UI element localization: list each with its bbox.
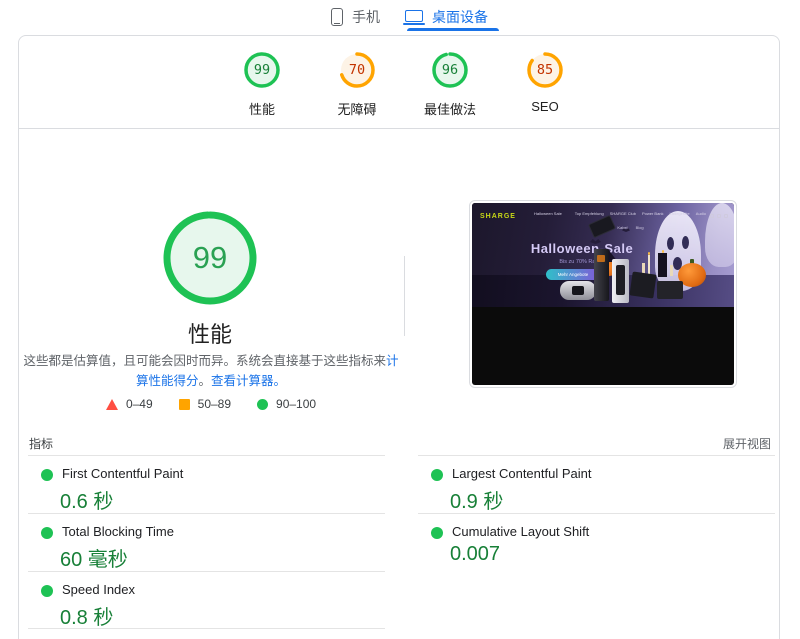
category-gauge-seo[interactable]: 85 SEO	[500, 50, 590, 114]
score-legend: 0–49 50–89 90–100	[23, 397, 399, 411]
category-gauge-accessibility[interactable]: 70 无障碍	[312, 50, 402, 118]
metric-row-tbt: Total Blocking Time 60 毫秒	[28, 513, 385, 571]
category-gauge-performance[interactable]: 99 性能	[217, 50, 307, 118]
nav-item: Top Empfehlung	[575, 211, 604, 216]
product-charger	[612, 259, 629, 303]
candle	[648, 255, 650, 275]
hero-cta-button: Mehr Angebote	[546, 269, 600, 280]
metrics-header: 指标	[29, 435, 53, 452]
metric-value: 0.9 秒	[450, 485, 775, 514]
performance-title: 性能	[60, 317, 360, 349]
metric-name: Largest Contentful Paint	[452, 466, 775, 481]
gauge-label: 无障碍	[312, 99, 402, 118]
ghost-shape	[705, 203, 734, 267]
metrics-column-right: Largest Contentful Paint 0.9 秒 Cumulativ…	[418, 455, 775, 571]
metric-row-lcp: Largest Contentful Paint 0.9 秒	[418, 455, 775, 513]
fail-triangle-icon	[106, 399, 118, 410]
metric-row-speed-index: Speed Index 0.8 秒	[28, 571, 385, 629]
pass-dot-icon	[431, 469, 443, 481]
flame	[648, 252, 650, 255]
metric-row-cls: Cumulative Layout Shift 0.007	[418, 513, 775, 571]
candle	[670, 265, 673, 276]
search-icon	[710, 214, 714, 218]
gauge-label: 性能	[217, 99, 307, 118]
legend-average: 50–89	[179, 397, 231, 411]
flame	[662, 250, 664, 253]
metric-value: 0.6 秒	[60, 485, 385, 514]
laptop-icon	[405, 10, 423, 22]
page-screenshot-thumbnail[interactable]: SHARGE Halloween Sale Top Empfehlung SHA…	[469, 200, 737, 388]
legend-fail-range: 0–49	[126, 397, 153, 411]
legend-fail: 0–49	[106, 397, 153, 411]
vertical-divider	[404, 256, 405, 336]
average-square-icon	[179, 399, 190, 410]
screenshot-content: SHARGE Halloween Sale Top Empfehlung SHA…	[472, 203, 734, 385]
legend-pass-range: 90–100	[276, 397, 316, 411]
performance-gauge-ring: 99	[162, 210, 258, 306]
nav-item: Kabel	[617, 225, 627, 230]
legend-pass: 90–100	[257, 397, 316, 411]
tab-mobile-label: 手机	[352, 7, 380, 27]
product-tower	[594, 249, 609, 301]
nav-item: Power Bank	[642, 211, 664, 216]
metric-name: Cumulative Layout Shift	[452, 524, 775, 539]
metric-name: Total Blocking Time	[62, 524, 385, 539]
product-box	[657, 281, 683, 299]
active-tab-underline	[407, 28, 499, 31]
ghost-eye	[667, 237, 674, 250]
site-header-icons	[710, 214, 728, 218]
category-gauge-best-practices[interactable]: 96 最佳做法	[405, 50, 495, 118]
account-icon	[717, 214, 721, 218]
device-tabbar: 手机 桌面设备	[0, 0, 800, 35]
ghost-eye	[682, 236, 689, 249]
hero-title: Halloween-Sale	[502, 241, 662, 256]
metric-name: First Contentful Paint	[62, 466, 385, 481]
metrics-column-left: First Contentful Paint 0.6 秒 Total Block…	[28, 455, 385, 629]
pass-dot-icon	[41, 585, 53, 597]
description-period: 。	[198, 374, 211, 388]
site-nav-row1: Halloween Sale Top Empfehlung SHARGE Clu…	[534, 211, 706, 216]
site-logo: SHARGE	[480, 213, 516, 220]
gauge-ring-seo: 85	[525, 50, 565, 90]
nav-item: Blog	[636, 225, 644, 230]
gauge-ring-best-practices: 96	[430, 50, 470, 90]
pass-dot-icon	[41, 527, 53, 539]
pass-dot-icon	[431, 527, 443, 539]
description-text: 这些都是估算值，且可能会因时而异。系统会直接基于这些指标来	[23, 354, 386, 368]
gauge-label: 最佳做法	[405, 99, 495, 118]
pagespeed-report: 手机 桌面设备 99 性能 70 无障碍 96	[0, 0, 800, 639]
hero-subtitle: Bis zu 70% Rabatt	[502, 259, 662, 265]
calculator-link[interactable]: 查看计算器。	[211, 374, 286, 388]
metric-value: 0.007	[450, 543, 775, 566]
candle	[658, 253, 667, 277]
nav-item: SHARGE Club	[610, 211, 636, 216]
gauge-ring-performance: 99	[242, 50, 282, 90]
nav-item: Audio	[696, 211, 706, 216]
cart-icon	[724, 214, 728, 218]
metric-name: Speed Index	[62, 582, 385, 597]
pass-circle-icon	[257, 399, 268, 410]
nav-item: Ladegeräte	[670, 211, 690, 216]
nav-item: Halloween Sale	[534, 211, 562, 216]
performance-description: 这些都是估算值，且可能会因时而异。系统会直接基于这些指标来计算性能得分。查看计算…	[23, 351, 399, 391]
gauge-ring-accessibility: 70	[337, 50, 377, 90]
tab-desktop-label: 桌面设备	[432, 7, 488, 27]
tab-desktop[interactable]: 桌面设备	[405, 7, 488, 27]
report-card: 99 性能 70 无障碍 96 最佳做法 85 SEO	[18, 35, 780, 639]
metric-value: 0.8 秒	[60, 601, 385, 630]
section-divider	[19, 128, 779, 129]
product-box	[629, 271, 656, 298]
product-powerbank	[560, 281, 596, 300]
gauge-label: SEO	[500, 99, 590, 114]
legend-average-range: 50–89	[198, 397, 231, 411]
expand-view-button[interactable]: 展开视图	[723, 435, 771, 452]
site-nav-row2: Zubehör Kabel Blog	[564, 225, 674, 230]
phone-icon	[331, 8, 343, 26]
metric-value: 60 毫秒	[60, 543, 385, 572]
pass-dot-icon	[41, 469, 53, 481]
performance-score-gauge[interactable]: 99	[162, 210, 258, 306]
metric-row-fcp: First Contentful Paint 0.6 秒	[28, 455, 385, 513]
tab-mobile[interactable]: 手机	[331, 7, 380, 27]
